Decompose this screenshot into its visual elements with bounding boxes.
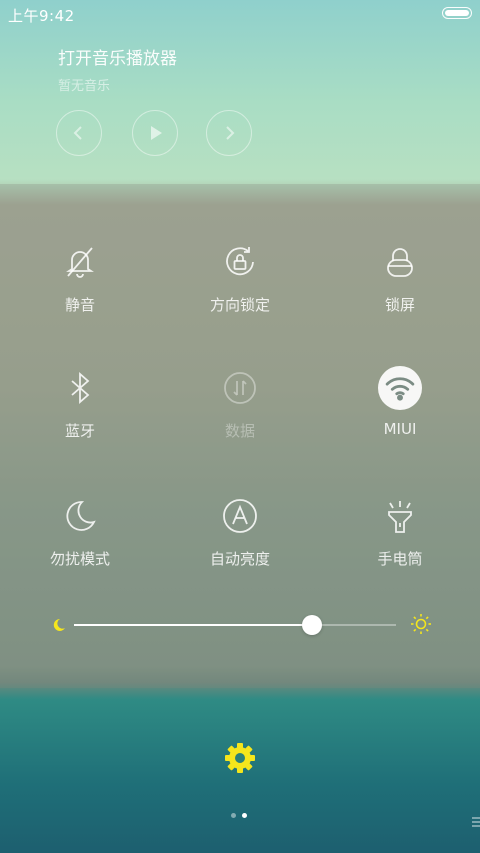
toggle-label: 锁屏 <box>384 296 415 314</box>
wifi-icon <box>378 366 422 410</box>
toggle-label: 静音 <box>64 296 95 314</box>
toggle-mute[interactable]: 静音 <box>0 240 160 330</box>
bluetooth-icon <box>58 366 102 410</box>
play-icon <box>151 126 162 140</box>
clock: 上午9:42 <box>8 7 75 25</box>
music-controls <box>56 110 256 158</box>
previous-icon <box>73 126 82 140</box>
brightness-thumb[interactable] <box>302 615 323 635</box>
moon-icon <box>58 494 102 538</box>
toggle-label: 勿扰模式 <box>49 550 110 568</box>
brightness-track[interactable] <box>74 615 396 635</box>
toggle-flashlight[interactable]: 手电筒 <box>320 494 480 584</box>
toggle-label: MIUI <box>383 420 417 438</box>
page-indicator <box>231 813 251 819</box>
page-dot-2-active <box>242 813 247 818</box>
toggle-lock-screen[interactable]: 锁屏 <box>320 240 480 330</box>
next-button[interactable] <box>206 110 252 156</box>
toggle-mobile-data[interactable]: 数据 <box>160 366 320 456</box>
rotation-lock-icon <box>218 240 262 284</box>
auto-brightness-icon <box>218 494 262 538</box>
battery-icon <box>442 7 472 19</box>
toggle-label: 自动亮度 <box>209 550 270 568</box>
lock-icon <box>378 240 422 284</box>
toggle-auto-brightness[interactable]: 自动亮度 <box>160 494 320 584</box>
menu-lines-icon[interactable] <box>472 816 480 828</box>
brightness-fill <box>74 624 313 626</box>
toggle-label: 蓝牙 <box>64 422 95 440</box>
music-widget[interactable]: 打开音乐播放器 暂无音乐 <box>58 44 177 94</box>
play-button[interactable] <box>132 110 178 156</box>
music-subtitle: 暂无音乐 <box>58 79 111 94</box>
toggle-bluetooth[interactable]: 蓝牙 <box>0 366 160 456</box>
toggle-label: 方向锁定 <box>209 296 270 314</box>
flashlight-icon <box>378 494 422 538</box>
status-bar: 上午9:42 <box>0 0 480 28</box>
toggle-do-not-disturb[interactable]: 勿扰模式 <box>0 494 160 584</box>
previous-button[interactable] <box>56 110 102 156</box>
next-icon <box>226 126 235 140</box>
gear-icon[interactable] <box>224 742 256 774</box>
toggle-label: 手电筒 <box>377 550 423 568</box>
bell-off-icon <box>58 240 102 284</box>
toggle-label: 数据 <box>224 422 255 440</box>
page-dot-1 <box>231 813 236 818</box>
toggle-rotation-lock[interactable]: 方向锁定 <box>160 240 320 330</box>
sun-icon <box>411 614 431 634</box>
moon-small-icon <box>53 618 65 631</box>
music-title[interactable]: 打开音乐播放器 <box>58 44 177 69</box>
mobile-data-icon <box>218 366 262 410</box>
toggle-wifi[interactable]: MIUI <box>320 366 480 456</box>
brightness-slider[interactable] <box>52 612 432 640</box>
wifi-active-indicator <box>378 366 422 410</box>
